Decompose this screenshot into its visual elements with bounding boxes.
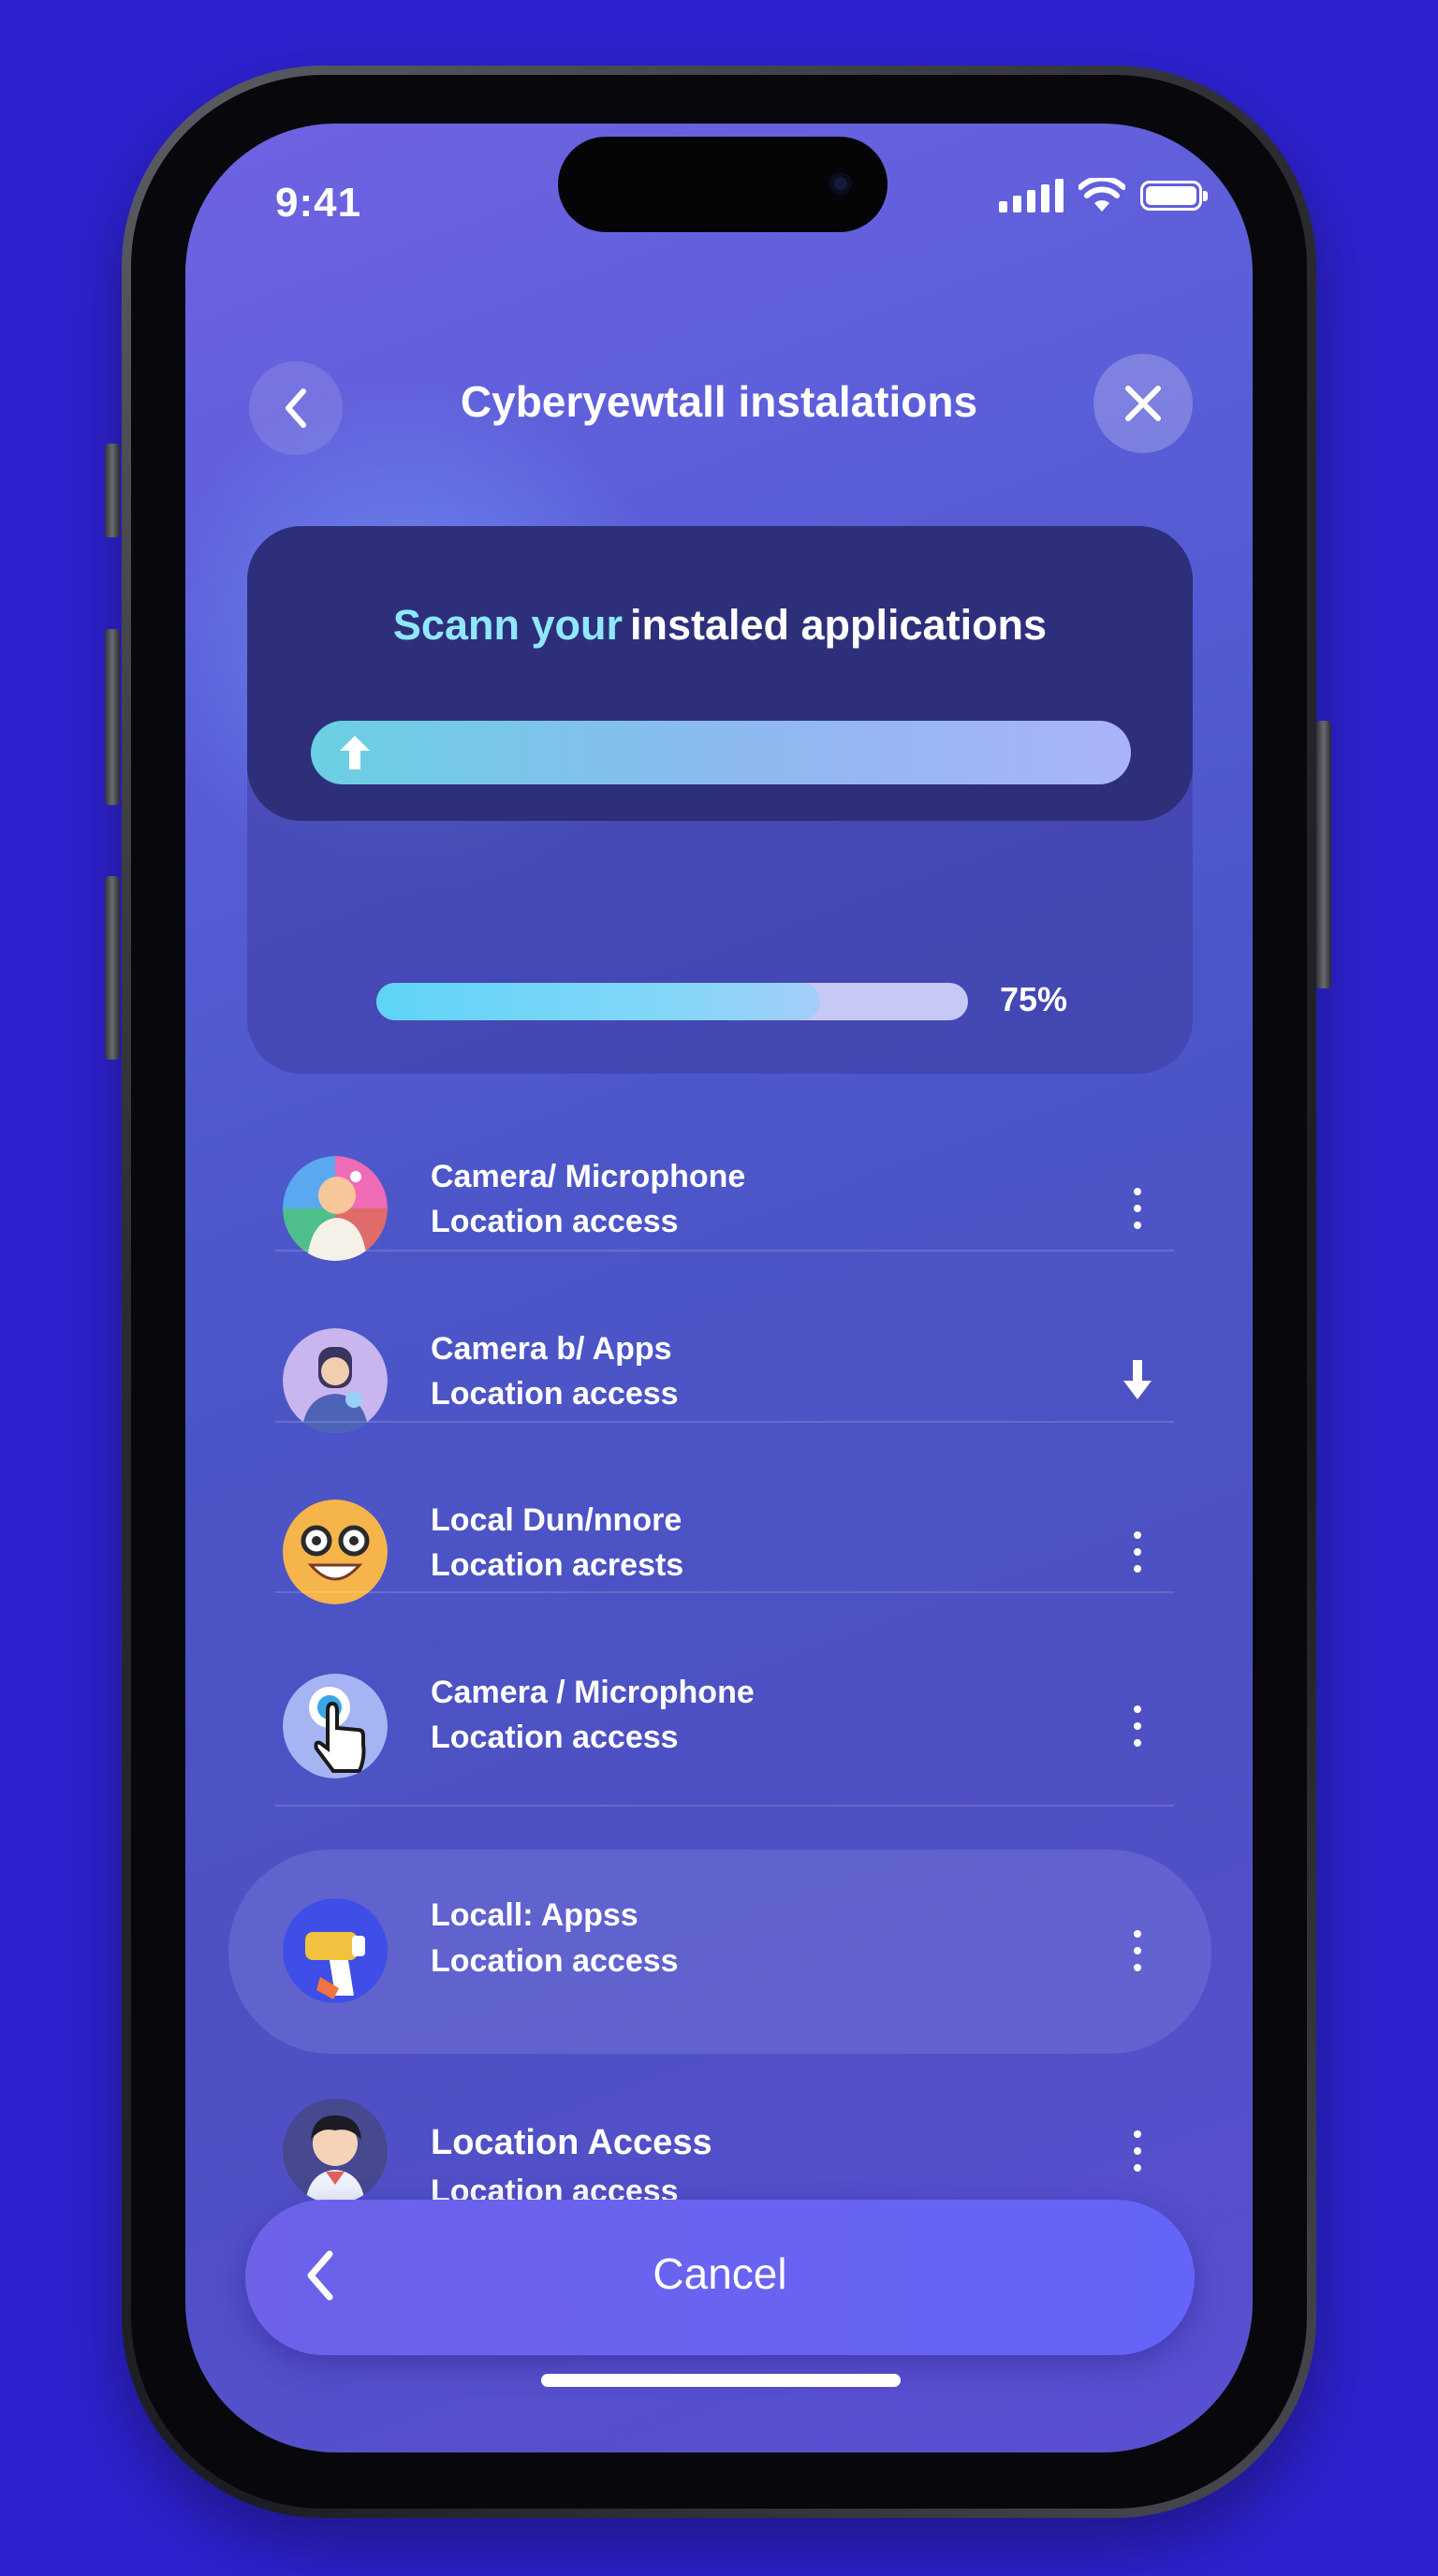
screen: 9:41 Cyberyewtall instalations Scann you… (185, 124, 1253, 2452)
kebab-icon[interactable] (1123, 2130, 1152, 2172)
cancel-button[interactable]: Cancel (245, 2200, 1195, 2355)
scan-title-highlight: Scann your (392, 601, 623, 649)
list-item[interactable]: Local Dun/nnore Location acrests (185, 1500, 1253, 1659)
divider (275, 1421, 1174, 1423)
front-camera (829, 172, 852, 195)
wifi-icon (1078, 178, 1125, 212)
home-indicator[interactable] (541, 2374, 901, 2387)
scan-progress-label: 75% (1000, 980, 1068, 1018)
phone-side-button-volume-up (105, 629, 120, 805)
avatar (283, 1674, 388, 1778)
item-title: Local Dun/nnore (431, 1502, 682, 1538)
phone-side-button-mute (105, 444, 120, 537)
divider (275, 1805, 1174, 1807)
close-icon (1125, 386, 1161, 421)
avatar (283, 1328, 388, 1433)
download-arrow-icon[interactable] (1123, 1360, 1152, 1399)
cancel-label: Cancel (653, 2249, 787, 2298)
close-button[interactable] (1093, 354, 1193, 453)
list-item[interactable]: Camera b/ Apps Location access (185, 1328, 1253, 1487)
list-item[interactable]: Camera / Microphone Location access (185, 1674, 1253, 1833)
dynamic-island (558, 137, 888, 232)
item-title: Camera b/ Apps (431, 1331, 672, 1367)
avatar (283, 1156, 388, 1261)
avatar (283, 2099, 388, 2203)
item-subtitle: Location access (431, 1943, 679, 1979)
divider (275, 1250, 1174, 1251)
avatar (283, 1898, 388, 2003)
item-title: Locall: Appss (431, 1897, 638, 1933)
kebab-icon[interactable] (1123, 1188, 1152, 1229)
list-item-selected[interactable]: Locall: Appss Location access (185, 1897, 1253, 2057)
item-title: Camera / Microphone (431, 1675, 755, 1710)
kebab-icon[interactable] (1123, 1531, 1152, 1573)
scan-progress-fill (376, 983, 820, 1020)
scan-card-title: Scann your instaled applications (247, 601, 1193, 650)
battery-icon (1140, 181, 1208, 211)
list-item[interactable]: Camera/ Microphone Location access (185, 1156, 1253, 1315)
scan-card: Scann your instaled applications 75% (247, 526, 1193, 1074)
divider (275, 1591, 1174, 1593)
kebab-icon[interactable] (1123, 1930, 1152, 1971)
status-time: 9:41 (275, 180, 362, 226)
scan-card-header: Scann your instaled applications (247, 526, 1193, 821)
avatar (283, 1500, 388, 1604)
scan-progress-bar (376, 983, 968, 1020)
page-title: Cyberyewtall instalations (460, 377, 978, 426)
item-title: Location Access (431, 2123, 712, 2162)
kebab-icon[interactable] (1123, 1705, 1152, 1747)
item-title: Camera/ Microphone (431, 1159, 746, 1194)
item-subtitle: Location acrests (431, 1547, 684, 1583)
phone-side-button-volume-down (105, 876, 120, 1060)
phone-side-button-power (1316, 721, 1331, 988)
status-icons (999, 178, 1208, 213)
scan-title-rest: instaled applications (629, 601, 1048, 649)
item-subtitle: Location access (431, 1376, 679, 1412)
item-subtitle: Location access (431, 1720, 679, 1755)
upload-arrow-icon (340, 736, 370, 769)
scan-pill-bar (311, 721, 1131, 784)
cellular-signal-icon (999, 179, 1064, 212)
item-subtitle: Location access (431, 1204, 679, 1239)
